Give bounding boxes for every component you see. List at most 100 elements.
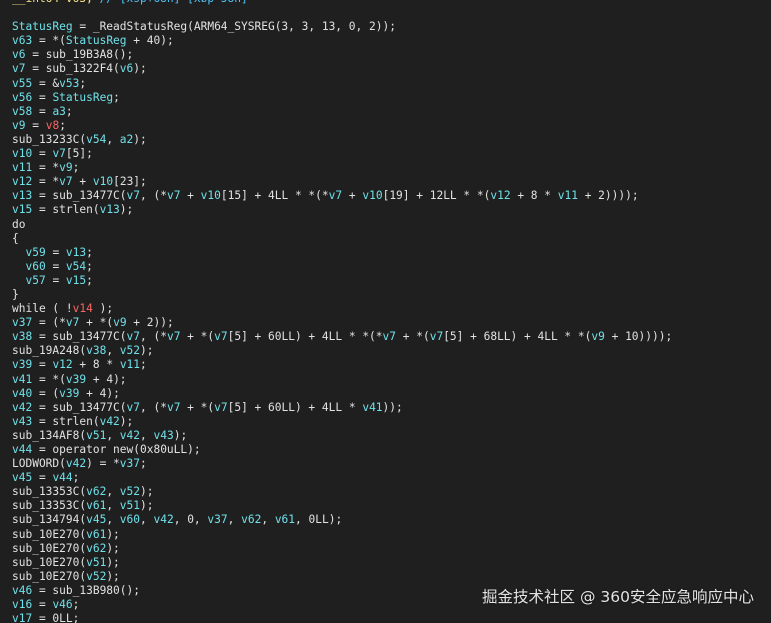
code-line[interactable]: v45 = v44;: [12, 471, 672, 485]
code-text: ) = *: [86, 457, 120, 471]
code-variable: v54: [65, 259, 87, 273]
code-line[interactable]: LODWORD(v42) = *v37;: [12, 457, 672, 471]
code-text: ;: [72, 161, 80, 175]
code-line[interactable]: v9 = v8;: [12, 119, 672, 133]
code-line[interactable]: v56 = StatusReg;: [12, 91, 672, 105]
code-line[interactable]: v42 = sub_13477C(v7, (*v7 + *(v7[5] + 60…: [12, 401, 672, 415]
code-line[interactable]: sub_134AF8(v51, v42, v43);: [12, 429, 672, 443]
code-variable: v44: [52, 471, 73, 485]
code-text: = *: [32, 161, 60, 175]
code-text: sub_134AF8(: [12, 428, 87, 442]
code-text: = _ReadStatusReg(ARM64_SYSREG(3, 3, 13, …: [72, 20, 396, 34]
code-line[interactable]: sub_10E270(v51);: [12, 556, 672, 570]
code-line[interactable]: v44 = operator new(0x80uLL);: [12, 443, 672, 457]
code-variable: v10: [200, 189, 221, 203]
code-line[interactable]: v11 = *v9;: [12, 161, 672, 175]
code-line[interactable]: v38 = sub_13477C(v7, (*v7 + *(v7[5] + 60…: [12, 330, 672, 344]
code-text: = strlen(: [32, 414, 100, 428]
code-line[interactable]: v58 = a3;: [12, 105, 672, 119]
code-variable: StatusReg: [65, 34, 127, 48]
code-text: );: [173, 428, 188, 442]
code-line[interactable]: v7 = sub_1322F4(v6);: [12, 62, 672, 76]
code-line[interactable]: sub_13353C(v62, v52);: [12, 485, 672, 499]
code-text: = sub_13477C(: [32, 330, 127, 344]
pseudocode-listing[interactable]: __int64 v63; // [xsp+68h] [xbp-58h] Stat…: [12, 0, 672, 623]
code-line[interactable]: {: [12, 232, 672, 246]
code-variable: v43: [12, 414, 33, 428]
pseudocode-viewer[interactable]: __int64 v63; // [xsp+68h] [xbp-58h] Stat…: [0, 0, 771, 623]
code-line[interactable]: v57 = v15;: [12, 274, 672, 288]
code-text: = *(: [32, 34, 66, 48]
code-text: );: [106, 555, 120, 569]
code-line[interactable]: }: [12, 288, 672, 302]
code-text: [19] + 12LL * *(: [382, 189, 491, 203]
code-text: = strlen(: [32, 203, 100, 217]
code-variable: v57: [25, 273, 46, 287]
code-variable: v43: [153, 428, 174, 442]
code-text: = *: [32, 175, 60, 189]
code-line[interactable]: v43 = strlen(v42);: [12, 415, 672, 429]
code-line[interactable]: v59 = v13;: [12, 246, 672, 260]
code-line[interactable]: v63 = *(StatusReg + 40);: [12, 34, 672, 48]
code-line[interactable]: v60 = v54;: [12, 260, 672, 274]
code-line[interactable]: v6 = sub_19B3A8();: [12, 48, 672, 62]
code-line[interactable]: v13 = sub_13477C(v7, (*v7 + v10[15] + 4L…: [12, 189, 672, 203]
code-line[interactable]: v37 = (*v7 + *(v9 + 2));: [12, 316, 672, 330]
code-line[interactable]: v15 = strlen(v13);: [12, 203, 672, 217]
code-text: [15] + 4LL * *(*: [220, 189, 329, 203]
code-declaration: __int64 v63;: [12, 0, 100, 5]
code-line[interactable]: while ( !v14 );: [12, 302, 672, 316]
code-variable: v7: [52, 147, 66, 161]
code-variable: v46: [52, 598, 73, 612]
code-text: ,: [106, 428, 120, 442]
code-line[interactable]: v39 = v12 + 8 * v11;: [12, 358, 672, 372]
code-line[interactable]: sub_13233C(v54, a2);: [12, 133, 672, 147]
code-variable: v7: [214, 400, 228, 414]
code-text: sub_134794(: [12, 513, 87, 527]
code-text: ;: [86, 259, 93, 273]
code-variable: v13: [12, 189, 33, 203]
code-text: );: [119, 203, 134, 217]
code-text: + *(: [79, 316, 114, 330]
code-variable: v59: [25, 245, 46, 259]
code-line[interactable]: sub_13353C(v61, v51);: [12, 499, 672, 513]
code-variable: v7: [59, 175, 73, 189]
code-line[interactable]: sub_10E270(v52);: [12, 570, 672, 584]
code-line[interactable]: v12 = *v7 + v10[23];: [12, 175, 672, 189]
code-text: sub_13353C(: [12, 499, 87, 513]
code-text: , 0LL);: [295, 513, 343, 527]
code-line[interactable]: v55 = &v53;: [12, 77, 672, 91]
code-line[interactable]: v10 = v7[5];: [12, 147, 672, 161]
code-variable: v54: [86, 132, 107, 146]
code-line[interactable]: sub_134794(v45, v60, v42, 0, v37, v62, v…: [12, 513, 672, 527]
code-text: );: [140, 499, 154, 513]
code-text: + 10))));: [604, 330, 673, 344]
code-variable: v52: [119, 485, 141, 499]
code-text: sub_19A248(: [12, 344, 87, 358]
code-text: );: [106, 569, 120, 583]
code-line[interactable]: StatusReg = _ReadStatusReg(ARM64_SYSREG(…: [12, 20, 672, 34]
code-variable: v53: [59, 76, 80, 90]
code-variable: v11: [119, 358, 141, 372]
code-text: =: [45, 245, 66, 259]
code-line[interactable]: v41 = *(v39 + 4);: [12, 373, 672, 387]
code-text: sub_10E270(: [12, 569, 87, 583]
code-line[interactable]: do: [12, 218, 672, 232]
code-variable: v13: [99, 203, 120, 217]
code-variable: v16: [12, 598, 33, 612]
code-line[interactable]: v17 = 0LL;: [12, 612, 672, 623]
code-variable: v7: [166, 400, 181, 414]
code-line[interactable]: v40 = (v39 + 4);: [12, 387, 672, 401]
code-line[interactable]: sub_10E270(v62);: [12, 542, 672, 556]
code-variable: v55: [12, 76, 33, 90]
code-variable: v7: [429, 330, 444, 344]
code-variable: v9: [113, 316, 127, 330]
code-line[interactable]: sub_10E270(v61);: [12, 528, 672, 542]
code-variable: v13: [65, 245, 87, 259]
code-line[interactable]: [12, 6, 672, 20]
code-line[interactable]: sub_19A248(v38, v52);: [12, 344, 672, 358]
code-text: , (*: [140, 189, 167, 203]
code-text: ,: [140, 428, 154, 442]
code-text: [5];: [65, 147, 93, 161]
